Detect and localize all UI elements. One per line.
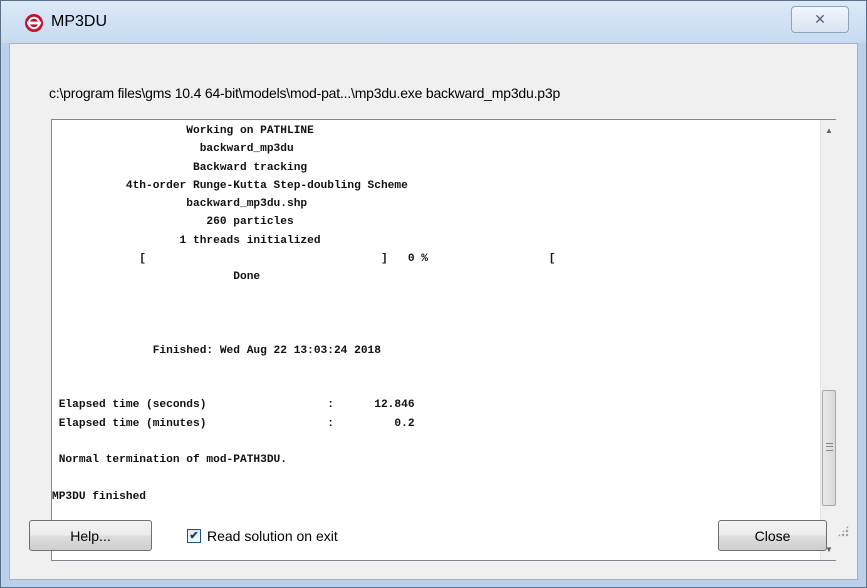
window-close-button[interactable]: ✕ (791, 6, 849, 33)
read-solution-checkbox[interactable]: ✔ (187, 529, 201, 543)
mp3du-dialog: MP3DU ✕ c:\program files\gms 10.4 64-bit… (0, 0, 867, 588)
read-solution-label: Read solution on exit (207, 528, 338, 544)
vertical-scrollbar[interactable]: ▲ ▼ (820, 120, 836, 560)
help-button[interactable]: Help... (29, 520, 152, 551)
close-icon: ✕ (814, 11, 826, 27)
app-logo-icon (25, 14, 43, 32)
scrollbar-grip-icon (826, 443, 833, 451)
scroll-up-arrow-icon[interactable]: ▲ (821, 122, 837, 139)
command-line-label: c:\program files\gms 10.4 64-bit\models\… (49, 85, 561, 101)
title-bar[interactable]: MP3DU ✕ (1, 1, 866, 43)
output-log-box[interactable]: Working on PATHLINE backward_mp3du Backw… (51, 119, 836, 561)
close-button[interactable]: Close (718, 520, 827, 551)
read-solution-checkbox-row[interactable]: ✔ Read solution on exit (187, 527, 338, 545)
window-title: MP3DU (51, 13, 108, 30)
output-log-text: Working on PATHLINE backward_mp3du Backw… (52, 125, 556, 503)
scrollbar-thumb[interactable] (822, 390, 836, 506)
dialog-body: c:\program files\gms 10.4 64-bit\models\… (9, 43, 858, 580)
checkmark-icon: ✔ (189, 529, 199, 542)
